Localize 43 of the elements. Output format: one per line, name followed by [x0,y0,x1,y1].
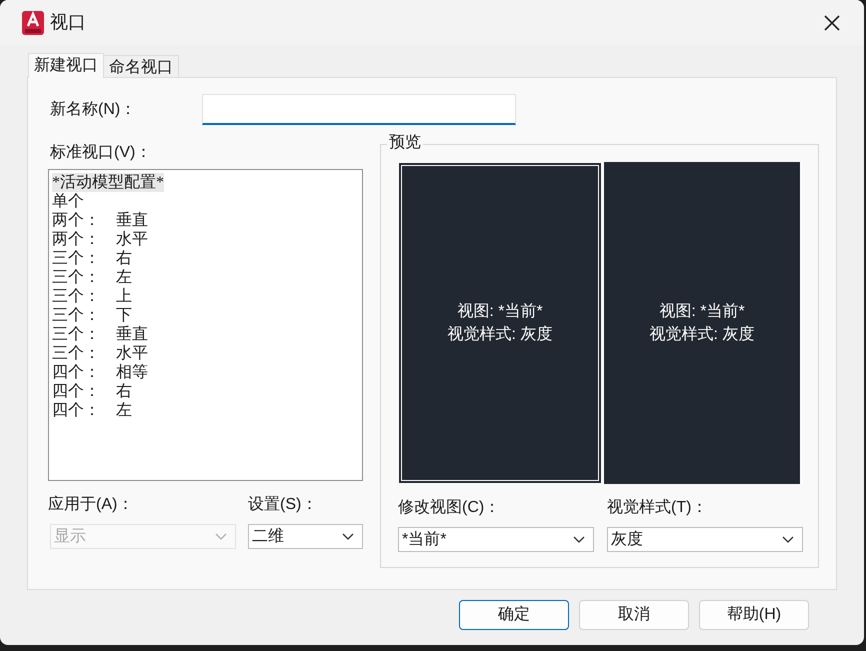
pane-caption: 视图: *当前* [659,302,745,322]
chevron-down-icon [215,533,227,540]
pane-caption: 视觉样式: 灰度 [448,324,552,345]
dropdown[interactable]: 灰度 [607,527,803,552]
close-icon [823,14,841,32]
list-item[interactable]: 三个： 左 [52,268,132,287]
list-item[interactable]: 两个： 垂直 [52,211,148,230]
dropdown[interactable]: 二维 [248,524,363,549]
dialog-button[interactable]: 取消 [579,600,689,630]
close-button[interactable] [822,12,842,32]
dropdown[interactable]: *当前* [398,527,594,552]
list-item[interactable]: 两个： 水平 [52,230,148,249]
field-label: 视觉样式(T)： [607,498,708,518]
field-label: 应用于(A)： [48,495,134,515]
field-label: 设置(S)： [248,495,318,515]
list-item[interactable]: 三个： 垂直 [52,325,148,344]
dialog-button[interactable]: 确定 [459,600,569,630]
window-title: 视口 [50,11,86,34]
tab[interactable]: 新建视口 [28,53,104,78]
tab[interactable]: 命名视口 [104,55,179,77]
list-item[interactable]: 三个： 水平 [52,344,148,363]
name-input-field[interactable] [202,94,516,125]
list-item[interactable]: *活动模型配置* [52,173,164,192]
viewport-pane[interactable]: 视图: *当前* 视觉样式: 灰度 [398,162,602,484]
chevron-down-icon [342,533,354,540]
list-item[interactable]: 三个： 下 [52,306,132,325]
viewport-pane[interactable]: 视图: *当前* 视觉样式: 灰度 [604,162,800,484]
dialog-button[interactable]: 帮助(H) [699,600,809,630]
list-item[interactable]: 三个： 上 [52,287,132,306]
field-label: 新名称(N)： [50,100,138,120]
app-icon [22,10,44,34]
list-item[interactable]: 四个： 左 [52,401,132,420]
list-item[interactable]: 单个 [52,192,84,211]
chevron-down-icon [782,536,794,543]
pane-caption: 视觉样式: 灰度 [650,324,754,345]
list-item[interactable]: 三个： 右 [52,249,132,268]
list-item[interactable]: 四个： 相等 [52,363,148,382]
chevron-down-icon [573,536,585,543]
viewport-list[interactable]: *活动模型配置* 单个 两个： 垂直 两个： 水平 三个： 右 三个： 左 三个： 上 三个： 下 三个： 垂直 三个： 水平 四个： 相等 四个： 右 四个： 左 [48,169,363,481]
field-label: 修改视图(C)： [398,498,500,518]
list-item[interactable]: 四个： 右 [52,382,132,401]
list-label: 标准视口(V)： [50,142,152,163]
pane-caption: 视图: *当前* [457,302,543,322]
